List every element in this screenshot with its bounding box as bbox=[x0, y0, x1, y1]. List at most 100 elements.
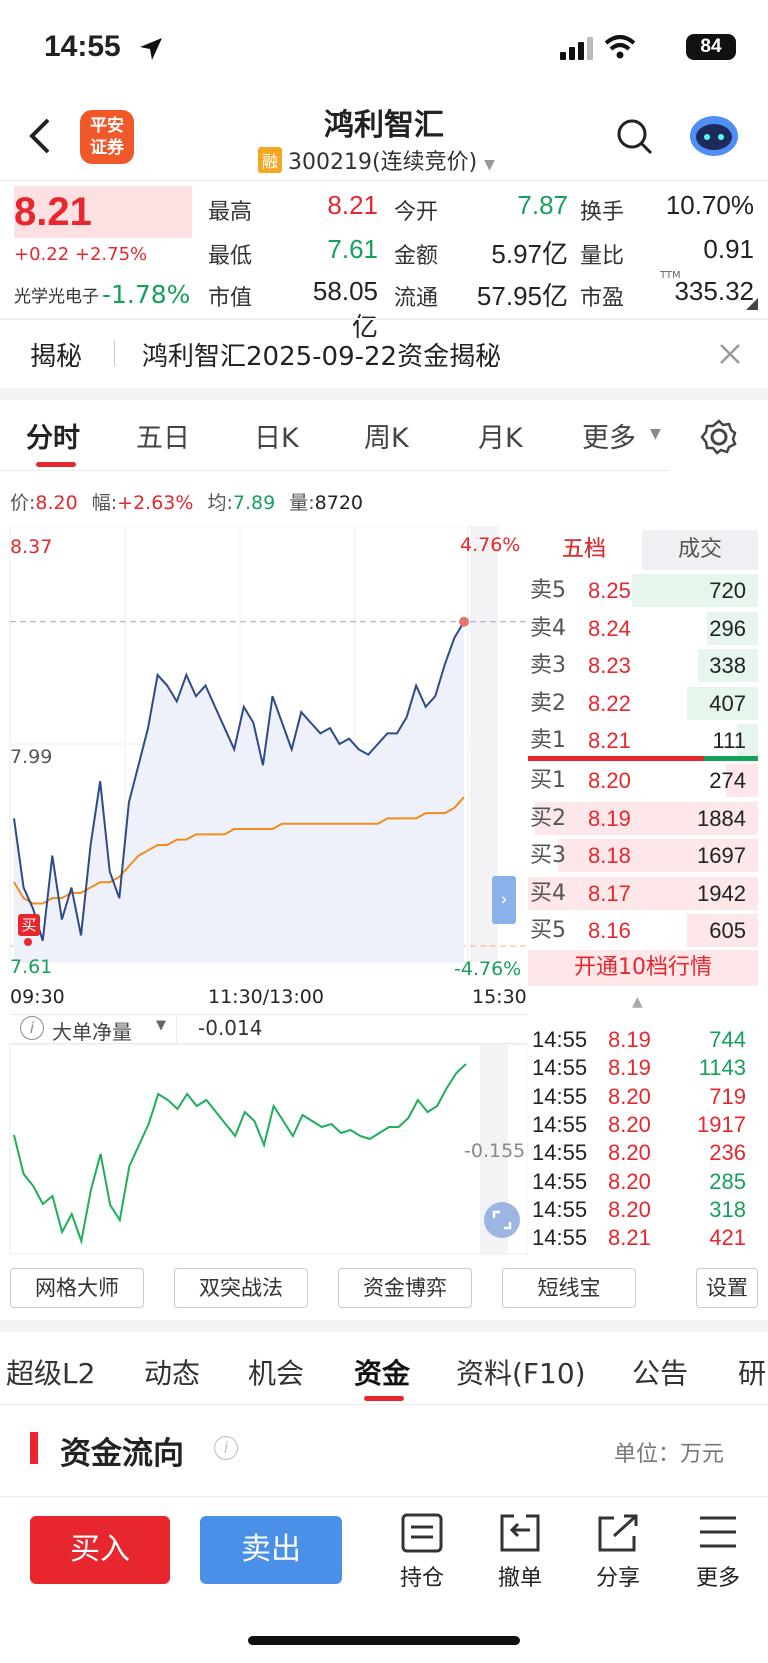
more-label: 更多 bbox=[695, 1566, 740, 1591]
chart-tab[interactable]: 更多 bbox=[582, 416, 636, 455]
chart-tab[interactable]: 五日 bbox=[136, 416, 190, 455]
more-action[interactable]: 更多 bbox=[692, 1512, 744, 1592]
cancel-order-icon bbox=[500, 1514, 540, 1552]
sector-name[interactable]: 光学光电子 bbox=[14, 282, 99, 307]
ask-level-row[interactable]: 卖2 8.22 407 bbox=[528, 685, 758, 722]
level-label: 卖4 bbox=[530, 615, 566, 641]
ask-bid-divider-green bbox=[704, 756, 758, 761]
bid-level-row[interactable]: 买4 8.17 1942 bbox=[528, 875, 758, 912]
chart-tab[interactable]: 分时 bbox=[26, 416, 80, 455]
ask-bid-divider-red bbox=[528, 756, 704, 761]
detail-tab[interactable]: 机会 bbox=[248, 1352, 304, 1392]
bid-level-row[interactable]: 买3 8.18 1697 bbox=[528, 837, 758, 874]
level-label: 买5 bbox=[530, 918, 566, 943]
expand-panel-icon[interactable]: › bbox=[492, 876, 516, 924]
tool-button[interactable]: 双突战法 bbox=[174, 1268, 308, 1308]
fullscreen-icon[interactable] bbox=[484, 1202, 520, 1238]
wifi-icon bbox=[604, 35, 636, 59]
net-volume-line bbox=[13, 1063, 467, 1245]
tool-button[interactable]: 短线宝 bbox=[502, 1268, 636, 1308]
level-volume: 407 bbox=[709, 690, 746, 716]
quote-field-value: 10.70% bbox=[665, 190, 754, 220]
intraday-chart[interactable] bbox=[0, 526, 528, 1006]
fund-flow-info-icon[interactable]: i bbox=[214, 1436, 238, 1460]
sell-button[interactable]: 卖出 bbox=[200, 1516, 342, 1584]
scroll-up-arrow-icon[interactable]: ▲ bbox=[632, 994, 643, 1010]
tab-trades[interactable]: 成交 bbox=[642, 530, 758, 570]
fund-flow-title: 资金流向 bbox=[60, 1436, 184, 1472]
bid-level-row[interactable]: 买1 8.20 274 bbox=[528, 762, 758, 799]
level-label: 卖1 bbox=[530, 728, 566, 753]
quote-field-label: 最低 bbox=[208, 244, 253, 269]
more-dropdown-icon[interactable]: ▼ bbox=[650, 426, 661, 442]
robot-assistant-icon[interactable] bbox=[688, 112, 740, 158]
settings-gear-icon[interactable] bbox=[700, 418, 738, 456]
tool-button[interactable]: 资金博弈 bbox=[338, 1268, 472, 1308]
level-price: 8.18 bbox=[588, 843, 631, 868]
detail-tab[interactable]: 公告 bbox=[632, 1352, 688, 1392]
indicator-dropdown-icon[interactable]: ▼ bbox=[156, 1018, 166, 1033]
detail-tab[interactable]: 研 bbox=[738, 1352, 766, 1392]
detail-tab[interactable]: 资金 bbox=[354, 1352, 410, 1392]
x-label-close: 15:30 bbox=[472, 986, 527, 1008]
quote-field-label: 市值 bbox=[208, 286, 253, 311]
stock-code-line[interactable]: 融 300219(连续竞价) ▼ bbox=[258, 144, 495, 176]
status-bar: 14:55 84 bbox=[0, 0, 768, 94]
tick-price: 8.19 bbox=[608, 1055, 651, 1081]
active-tab-indicator bbox=[36, 462, 76, 467]
share-icon bbox=[598, 1514, 638, 1552]
bid-level-row[interactable]: 买5 8.16 605 bbox=[528, 912, 758, 949]
status-time: 14:55 bbox=[44, 30, 121, 63]
level-price: 8.21 bbox=[588, 728, 631, 753]
indicator-name[interactable]: 大单净量 bbox=[52, 1016, 132, 1045]
chart-tab[interactable]: 日K bbox=[254, 416, 299, 455]
trade-tick-row: 14:55 8.19 744 bbox=[530, 1026, 758, 1054]
last-price-point bbox=[459, 616, 469, 627]
ask-level-row[interactable]: 卖1 8.21 111 bbox=[528, 722, 758, 759]
share-action[interactable]: 分享 bbox=[592, 1512, 644, 1592]
level-price: 8.20 bbox=[588, 768, 631, 793]
y-min-label: 7.61 bbox=[10, 956, 53, 978]
section-marker bbox=[30, 1432, 38, 1464]
position-list-icon bbox=[401, 1513, 443, 1553]
detail-tab[interactable]: 超级L2 bbox=[6, 1352, 95, 1392]
tick-time: 14:55 bbox=[532, 1083, 588, 1109]
ask-level-row[interactable]: 卖5 8.25 720 bbox=[528, 572, 758, 609]
tick-price: 8.20 bbox=[608, 1111, 651, 1137]
buy-button[interactable]: 买入 bbox=[30, 1516, 170, 1584]
tab-five-levels-label: 五档 bbox=[561, 537, 606, 562]
tick-time: 14:55 bbox=[532, 1225, 588, 1251]
x-label-mid: 11:30/13:00 bbox=[208, 986, 324, 1008]
detail-tab[interactable]: 资料(F10) bbox=[456, 1352, 586, 1392]
tool-button[interactable]: 网格大师 bbox=[10, 1268, 144, 1308]
search-icon[interactable] bbox=[616, 118, 654, 156]
signal-icon bbox=[560, 37, 593, 60]
level-label: 买3 bbox=[530, 843, 566, 868]
chart-tab[interactable]: 月K bbox=[478, 416, 523, 455]
ask-level-row[interactable]: 卖4 8.24 296 bbox=[528, 610, 758, 647]
level-volume: 338 bbox=[709, 653, 746, 678]
buy-marker[interactable]: 买 bbox=[18, 914, 40, 936]
level-price: 8.17 bbox=[588, 880, 631, 906]
position-label: 持仓 bbox=[399, 1566, 444, 1591]
bid-level-row[interactable]: 买2 8.19 1884 bbox=[528, 800, 758, 837]
position-action[interactable]: 持仓 bbox=[396, 1512, 448, 1592]
sector-change: -1.78% bbox=[102, 280, 191, 309]
reveal-link[interactable]: 鸿利智汇2025-09-22资金揭秘 bbox=[142, 336, 501, 373]
ask-level-row[interactable]: 卖3 8.23 338 bbox=[528, 647, 758, 684]
chart-tab[interactable]: 周K bbox=[364, 416, 409, 455]
tick-volume: 421 bbox=[709, 1225, 746, 1251]
info-icon[interactable]: i bbox=[20, 1016, 44, 1040]
y-max-label: 8.37 bbox=[10, 536, 53, 558]
tick-volume: 236 bbox=[709, 1140, 746, 1166]
detail-tab[interactable]: 动态 bbox=[144, 1352, 200, 1392]
big-order-net-chart[interactable] bbox=[0, 1044, 528, 1256]
trade-tick-row: 14:55 8.20 236 bbox=[530, 1139, 758, 1167]
cancel-order-action[interactable]: 撤单 bbox=[494, 1512, 546, 1592]
upgrade-level10-button[interactable]: 开通10档行情 bbox=[528, 950, 758, 986]
tick-time: 14:55 bbox=[532, 1111, 588, 1137]
indicator-value: -0.014 bbox=[198, 1016, 263, 1040]
tick-time: 14:55 bbox=[532, 1196, 588, 1222]
tool-button[interactable]: 设置 bbox=[696, 1268, 758, 1308]
close-icon[interactable] bbox=[718, 342, 742, 366]
